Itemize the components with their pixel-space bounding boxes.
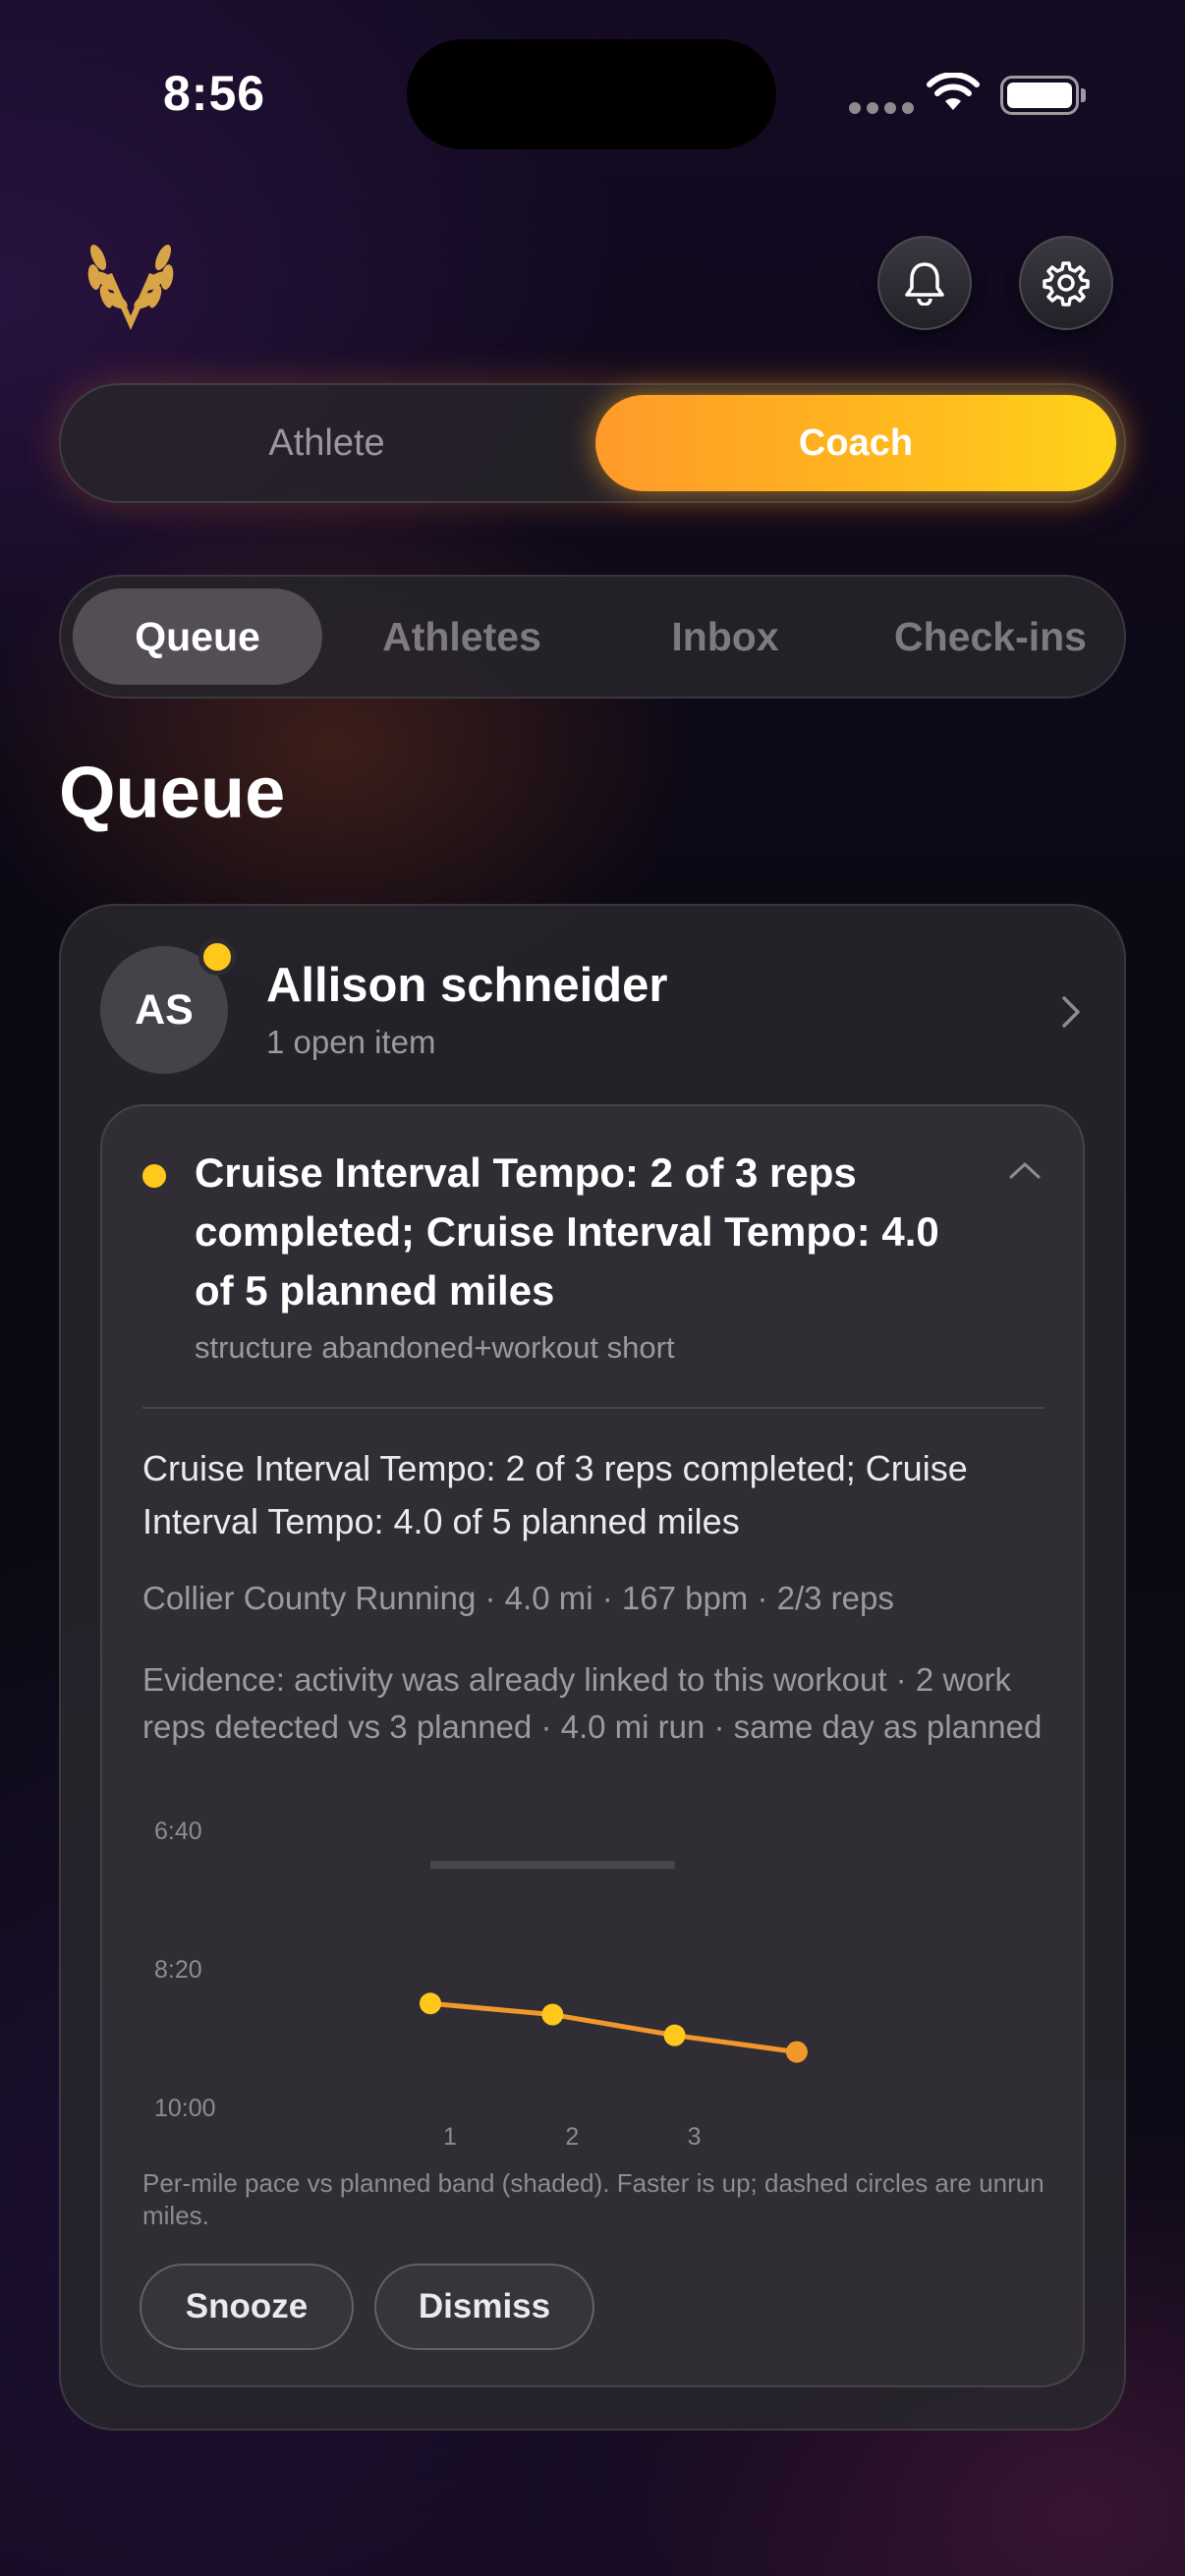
x-tick-label: 1 (443, 2123, 457, 2151)
pace-point (785, 2041, 808, 2063)
battery-cap (1081, 88, 1086, 102)
tab-inbox[interactable]: Inbox (599, 577, 851, 697)
tab-check-ins[interactable]: Check-ins (859, 577, 1122, 697)
mode-coach-option[interactable]: Coach (595, 395, 1116, 491)
chevron-up-icon[interactable] (1007, 1159, 1043, 1181)
x-tick-label: 2 (565, 2123, 579, 2151)
battery-icon (1000, 76, 1079, 115)
activity-meta: Collier County Running · 4.0 mi · 167 bp… (142, 1580, 894, 1616)
pace-line (429, 2000, 798, 2055)
snooze-button[interactable]: Snooze (140, 2264, 354, 2350)
divider (142, 1407, 1044, 1409)
status-time: 8:56 (163, 66, 266, 121)
mode-toggle: Athlete Coach (59, 383, 1126, 503)
x-tick-label: 3 (688, 2123, 702, 2151)
dismiss-button[interactable]: Dismiss (374, 2264, 594, 2350)
laurel-v-logo (87, 245, 174, 330)
item-summary: Cruise Interval Tempo: 2 of 3 reps compl… (142, 1448, 968, 1541)
item-title[interactable]: Cruise Interval Tempo: 2 of 3 reps compl… (195, 1144, 961, 1320)
cellular-signal-icon (849, 102, 914, 114)
gear-icon (1043, 261, 1090, 307)
item-subtitle: structure abandoned+workout short (195, 1330, 675, 1365)
athlete-name[interactable]: Allison schneider (266, 958, 667, 1013)
pace-point (541, 2003, 564, 2026)
y-tick-label: 10:00 (154, 2095, 216, 2122)
item-status-dot (142, 1164, 166, 1188)
dynamic-island (407, 39, 776, 149)
open-items-count: 1 open item (266, 1024, 436, 1060)
pace-point (420, 1992, 441, 2015)
tab-queue[interactable]: Queue (73, 577, 322, 697)
page-title: Queue (59, 752, 286, 833)
coach-tabs: Queue Athletes Inbox Check-ins (59, 575, 1126, 699)
wifi-icon (927, 73, 980, 110)
settings-button[interactable] (1019, 236, 1113, 330)
bell-icon (905, 262, 944, 306)
notifications-button[interactable] (877, 236, 972, 330)
y-tick-label: 8:20 (154, 1956, 202, 1984)
unread-indicator (198, 938, 236, 976)
evidence-text: Evidence: activity was already linked to… (142, 1661, 1043, 1745)
tab-athletes[interactable]: Athletes (336, 577, 588, 697)
pace-chart: 6:40 8:20 10:00 1 2 3 (154, 1818, 808, 2151)
chart-caption: Per-mile pace vs planned band (shaded). … (142, 2168, 1044, 2230)
mode-athlete-option[interactable]: Athlete (61, 385, 592, 501)
y-tick-label: 6:40 (154, 1818, 202, 1845)
pace-point (663, 2024, 686, 2046)
chevron-right-icon[interactable] (1059, 992, 1085, 1032)
